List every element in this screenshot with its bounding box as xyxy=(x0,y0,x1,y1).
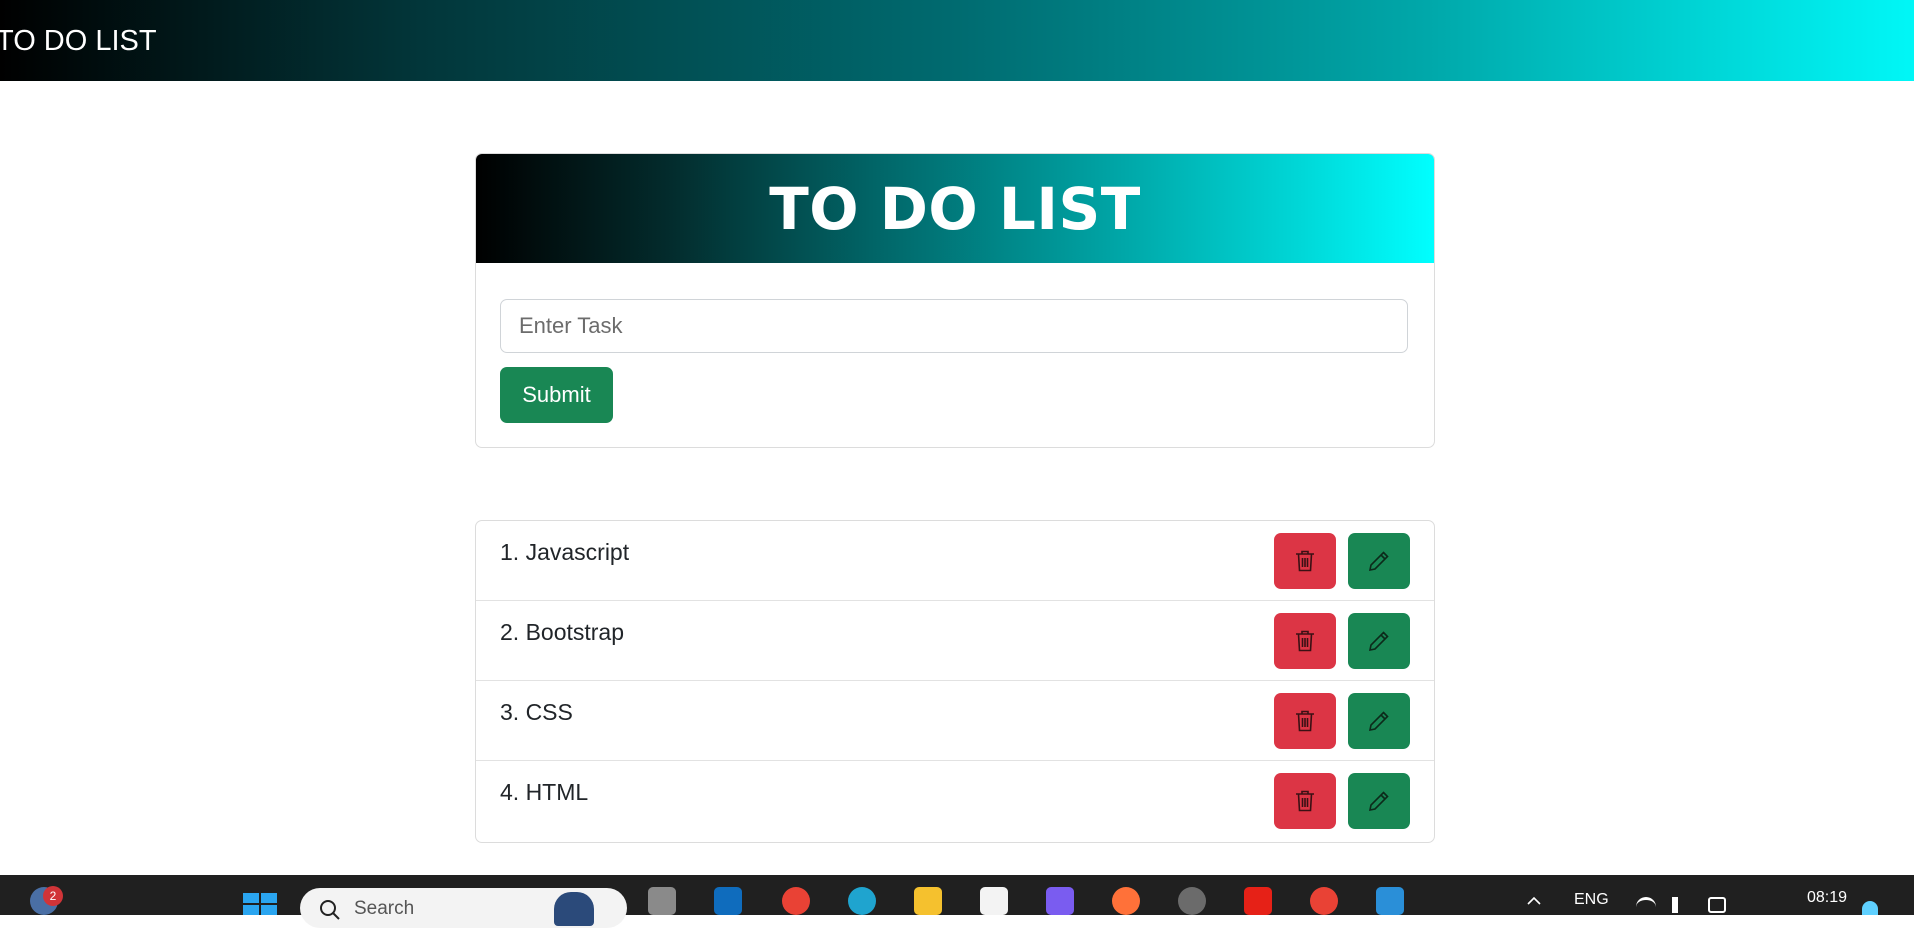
task-label: 3. CSS xyxy=(500,699,573,725)
trash-icon xyxy=(1296,710,1314,732)
edge-icon[interactable] xyxy=(848,887,876,915)
delete-button[interactable] xyxy=(1274,773,1336,829)
delete-button[interactable] xyxy=(1274,693,1336,749)
vscode-icon[interactable] xyxy=(1376,887,1404,915)
list-item: 4. HTML xyxy=(476,761,1434,842)
battery-icon[interactable] xyxy=(1708,897,1726,913)
trash-icon xyxy=(1296,630,1314,652)
windows-logo-icon xyxy=(243,893,277,915)
navbar: TO DO LIST xyxy=(0,0,1914,81)
trash-icon xyxy=(1296,790,1314,812)
outlook-icon[interactable] xyxy=(714,887,742,915)
trash-icon xyxy=(1296,550,1314,572)
wifi-icon[interactable] xyxy=(1636,897,1656,916)
task-label: 1. Javascript xyxy=(500,539,630,565)
pencil-icon xyxy=(1368,551,1389,572)
taskbar-search[interactable]: Search xyxy=(300,888,627,928)
task-label: 2. Bootstrap xyxy=(500,619,625,645)
notification-badge: 2 xyxy=(43,886,63,906)
task-label: 4. HTML xyxy=(500,779,589,805)
pencil-icon xyxy=(1368,631,1389,652)
task-list: 1. Javascript 2. Bootstrap 3. CSS 4. HTM… xyxy=(475,520,1435,843)
chrome-icon[interactable] xyxy=(782,887,810,915)
search-highlight-icon xyxy=(554,892,594,926)
settings-app-icon[interactable] xyxy=(1178,887,1206,915)
list-item: 2. Bootstrap xyxy=(476,601,1434,681)
chevron-up-icon xyxy=(1527,896,1541,905)
search-icon xyxy=(320,900,340,920)
list-item: 3. CSS xyxy=(476,681,1434,761)
search-label: Search xyxy=(354,898,415,919)
card-header: TO DO LIST xyxy=(476,154,1434,263)
todo-card: TO DO LIST Submit xyxy=(475,153,1435,448)
edit-button[interactable] xyxy=(1348,533,1410,589)
delete-button[interactable] xyxy=(1274,613,1336,669)
file-explorer-icon[interactable] xyxy=(914,887,942,915)
firefox-icon[interactable] xyxy=(1112,887,1140,915)
pencil-icon xyxy=(1368,791,1389,812)
submit-button[interactable]: Submit xyxy=(500,367,613,423)
start-button[interactable] xyxy=(243,893,277,915)
chrome-profile-icon[interactable] xyxy=(1310,887,1338,915)
edit-button[interactable] xyxy=(1348,693,1410,749)
notification-icon[interactable] xyxy=(1862,901,1878,915)
task-view-icon[interactable] xyxy=(648,887,676,915)
task-input[interactable] xyxy=(500,299,1408,353)
edit-button[interactable] xyxy=(1348,773,1410,829)
list-item: 1. Javascript xyxy=(476,521,1434,601)
volume-icon[interactable] xyxy=(1672,897,1696,913)
delete-button[interactable] xyxy=(1274,533,1336,589)
microsoft-store-icon[interactable] xyxy=(980,887,1008,915)
language-indicator[interactable]: ENG xyxy=(1574,891,1609,909)
show-hidden-icons-button[interactable] xyxy=(1527,893,1541,907)
edit-button[interactable] xyxy=(1348,613,1410,669)
taskbar: ENG 08:19 xyxy=(0,875,1914,915)
clock-time[interactable]: 08:19 xyxy=(1807,889,1847,907)
pencil-icon xyxy=(1368,711,1389,732)
navbar-title[interactable]: TO DO LIST xyxy=(0,23,157,59)
youtube-icon[interactable] xyxy=(1244,887,1272,915)
copilot-icon[interactable] xyxy=(1046,887,1074,915)
card-title: TO DO LIST xyxy=(769,174,1141,243)
